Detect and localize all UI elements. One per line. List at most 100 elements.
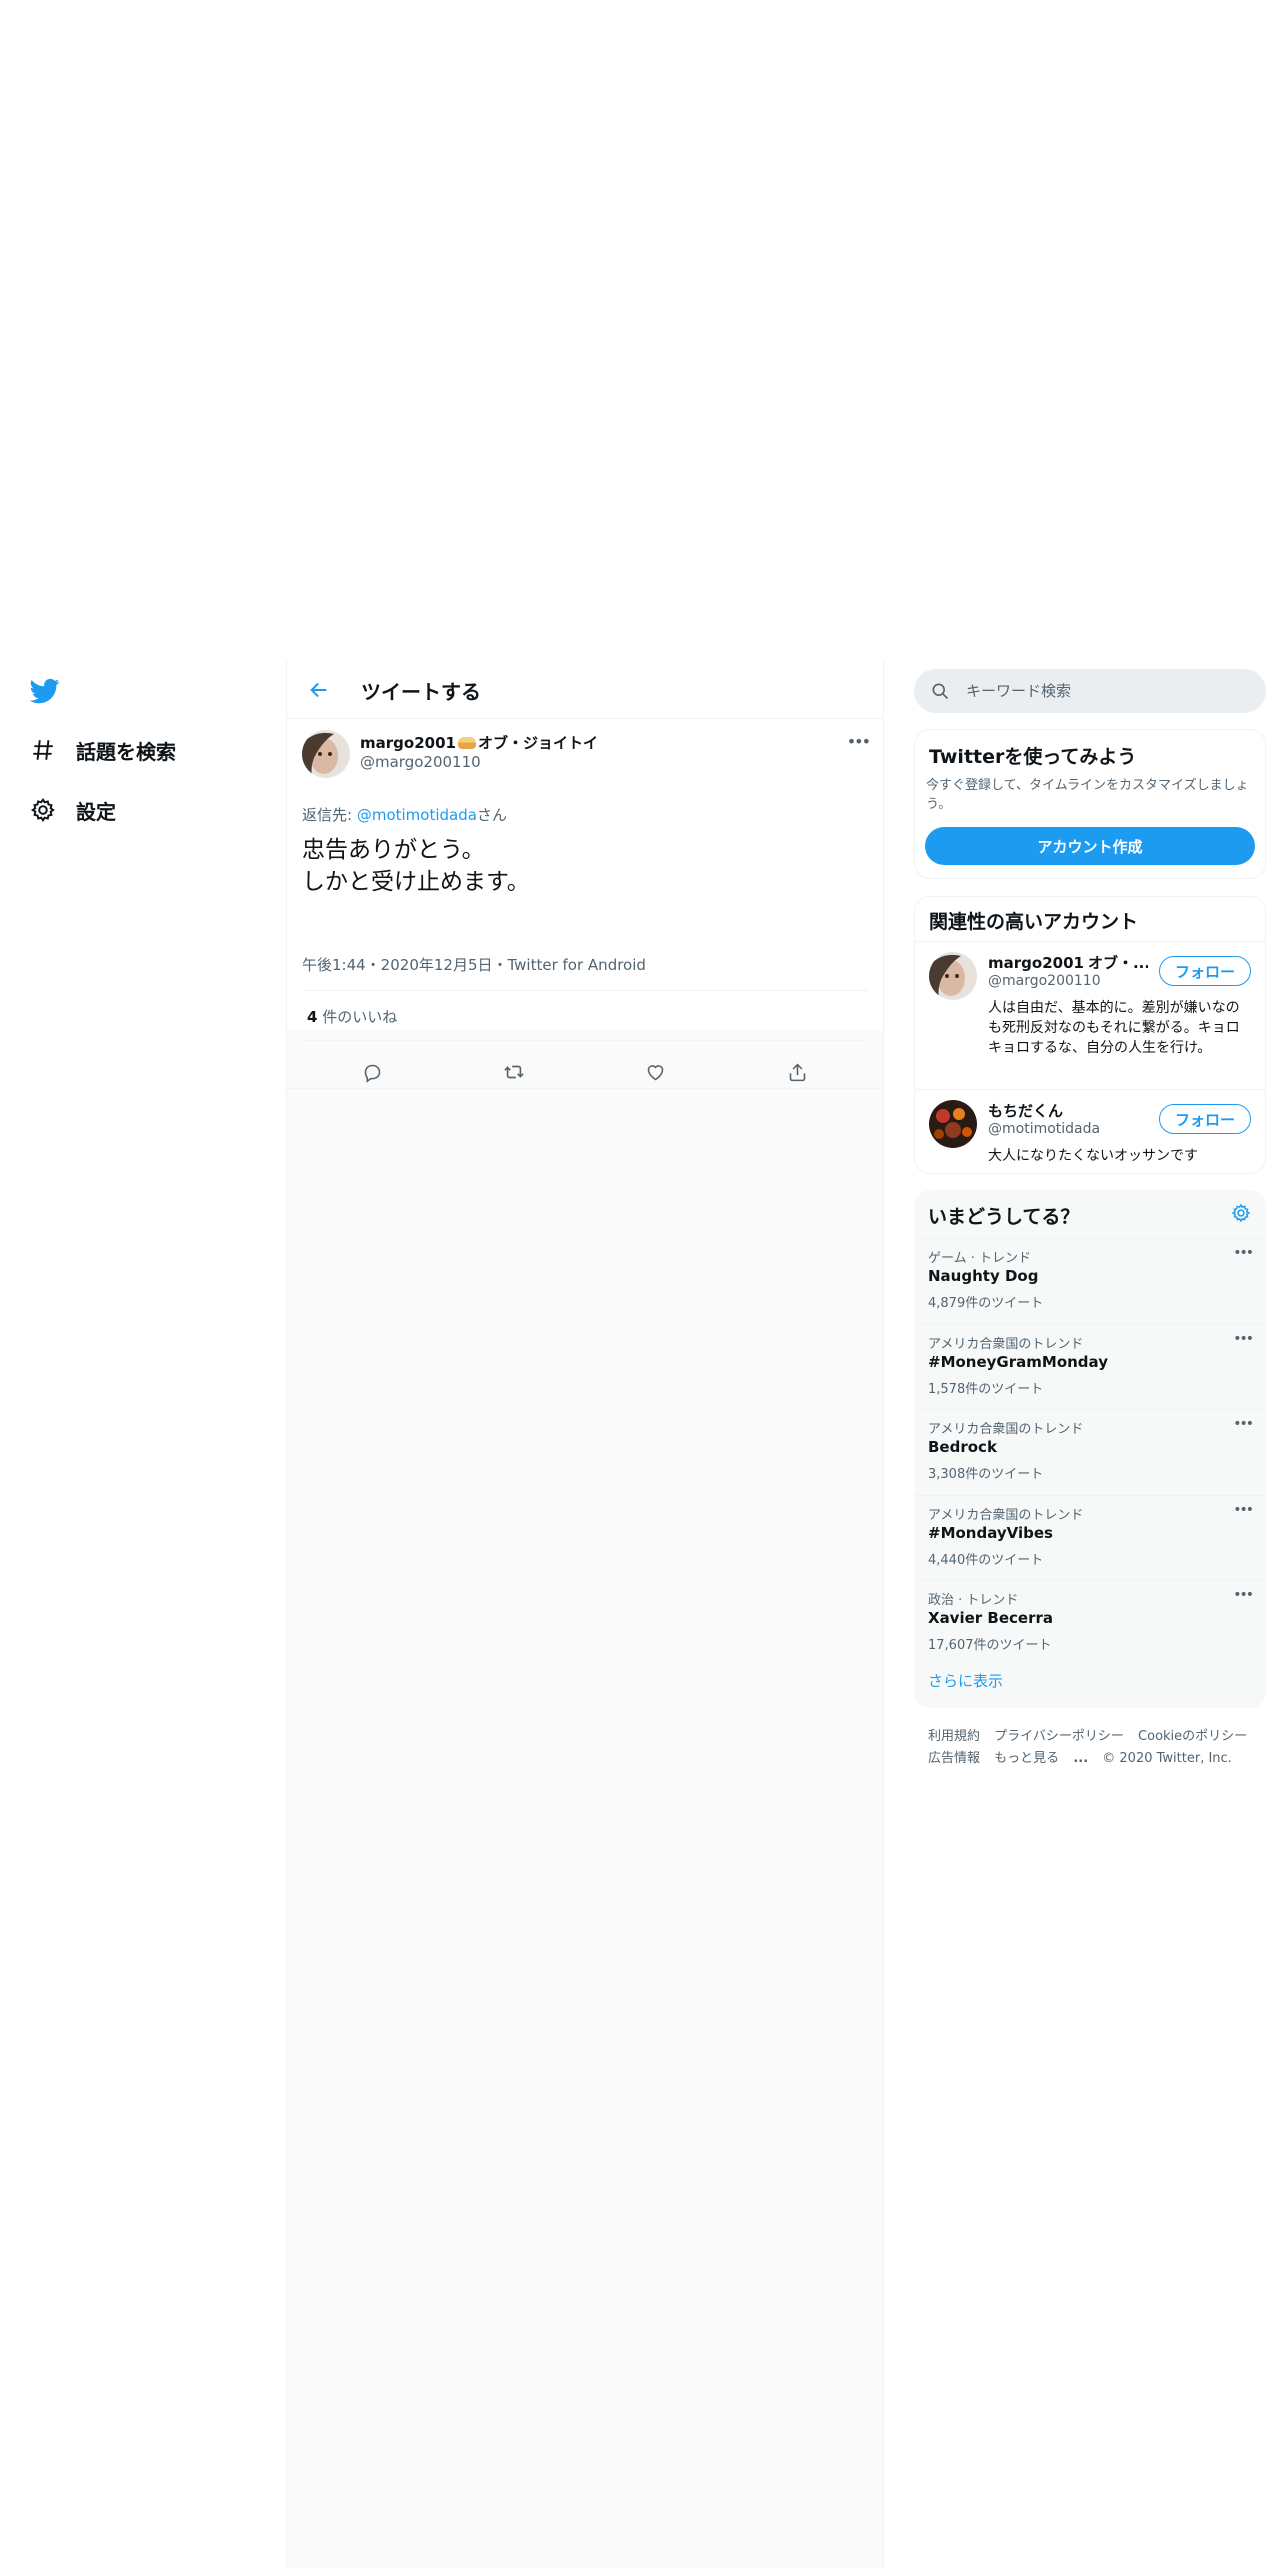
account-name-suffix: オブ・... <box>1087 954 1148 972</box>
account-item[interactable]: margo2001 オブ・... @margo200110 人は自由だ、基本的に… <box>915 941 1265 1089</box>
account-bio: 人は自由だ、基本的に。差別が嫌いなのも死刑反対なのもそれに繋がる。キョロキョロす… <box>988 1000 1240 1056</box>
pie-emoji-icon <box>457 736 476 749</box>
reply-to-link[interactable]: @motimotidada <box>357 806 477 824</box>
reply-prefix: 返信先: <box>302 806 357 824</box>
trend-item[interactable]: アメリカ合衆国のトレンド Bedrock 3,308件のツイート ••• <box>914 1409 1266 1494</box>
trend-name: Bedrock <box>928 1438 997 1456</box>
follow-button[interactable]: フォロー <box>1159 1104 1251 1134</box>
gear-icon <box>28 795 58 825</box>
trend-count: 17,607件のツイート <box>928 1638 1052 1653</box>
trends-title: いまどうしてる？ <box>928 1206 1080 1228</box>
signup-description: 今すぐ登録して、タイムラインをカスタマイズしましょう。 <box>926 778 1249 812</box>
more-options-icon[interactable]: ••• <box>1233 1331 1254 1347</box>
trend-count: 4,879件のツイート <box>928 1296 1044 1311</box>
trend-count: 1,578件のツイート <box>928 1382 1044 1397</box>
trend-context: アメリカ合衆国のトレンド <box>928 1422 1084 1437</box>
nav-explore[interactable]: 話題を検索 <box>28 730 176 770</box>
footer-link-ads[interactable]: 広告情報 <box>928 1751 980 1766</box>
signup-card: Twitterを使ってみよう 今すぐ登録して、タイムラインをカスタマイズしましょ… <box>914 729 1266 879</box>
share-button[interactable] <box>778 1053 816 1091</box>
account-item[interactable]: もちだくん @motimotidada 大人になりたくないオッサンです フォロー <box>915 1089 1265 1173</box>
reply-to: 返信先: @motimotidadaさん <box>302 804 507 825</box>
trends-settings-button[interactable] <box>1228 1200 1254 1226</box>
twitter-logo-icon[interactable] <box>28 676 62 706</box>
avatar[interactable] <box>929 1100 977 1148</box>
signup-title: Twitterを使ってみよう <box>929 746 1137 768</box>
search-input[interactable] <box>966 682 1246 700</box>
footer-link-privacy[interactable]: プライバシーポリシー <box>994 1729 1124 1744</box>
heart-icon <box>647 1064 664 1080</box>
account-bio: 大人になりたくないオッサンです <box>988 1148 1198 1164</box>
author-handle[interactable]: @margo200110 <box>360 753 481 771</box>
trend-item[interactable]: ゲーム · トレンド Naughty Dog 4,879件のツイート ••• <box>914 1238 1266 1323</box>
nav-settings-label: 設定 <box>76 799 116 824</box>
trend-context: アメリカ合衆国のトレンド <box>928 1508 1084 1523</box>
trend-item[interactable]: アメリカ合衆国のトレンド #MoneyGramMonday 1,578件のツイー… <box>914 1324 1266 1409</box>
trend-name: #MondayVibes <box>928 1524 1053 1542</box>
reply-button[interactable] <box>354 1053 392 1091</box>
retweet-button[interactable] <box>495 1053 533 1091</box>
share-icon <box>789 1063 806 1081</box>
footer-link-cookies[interactable]: Cookieのポリシー <box>1138 1729 1247 1744</box>
footer-link-more[interactable]: もっと見る ... <box>994 1751 1088 1766</box>
footer-more-label: もっと見る <box>994 1751 1060 1766</box>
back-button[interactable] <box>303 674 335 706</box>
search-icon <box>932 683 949 700</box>
nav-explore-label: 話題を検索 <box>76 739 176 764</box>
account-handle: @margo200110 <box>988 973 1101 989</box>
more-options-icon[interactable]: ••• <box>1233 1245 1254 1261</box>
follow-button[interactable]: フォロー <box>1159 956 1251 986</box>
reply-suffix: さん <box>476 806 507 824</box>
more-options-icon[interactable]: ••• <box>847 732 871 751</box>
more-options-icon[interactable]: ••• <box>1233 1416 1254 1432</box>
avatar[interactable] <box>929 952 977 1000</box>
divider <box>302 990 868 991</box>
author-name-suffix: オブ・ジョイトイ <box>477 734 598 752</box>
footer-link-terms[interactable]: 利用規約 <box>928 1729 980 1744</box>
divider <box>302 1040 868 1041</box>
show-more-link[interactable]: さらに表示 <box>928 1670 1003 1691</box>
trend-context: ゲーム · トレンド <box>928 1251 1032 1266</box>
more-options-icon[interactable]: ••• <box>1233 1502 1254 1518</box>
trend-item[interactable]: アメリカ合衆国のトレンド #MondayVibes 4,440件のツイート ••… <box>914 1495 1266 1580</box>
author-name-text: margo2001 <box>360 733 456 752</box>
related-title: 関連性の高いアカウント <box>929 911 1139 933</box>
account-name-text: margo2001 <box>988 953 1084 972</box>
trend-count: 4,440件のツイート <box>928 1553 1044 1568</box>
author-name[interactable]: margo2001 オブ・ジョイトイ <box>360 732 598 753</box>
more-options-icon[interactable]: ••• <box>1233 1587 1254 1603</box>
trends-card: いまどうしてる？ ゲーム · トレンド Naughty Dog 4,879件のツ… <box>914 1190 1266 1708</box>
trend-name: Xavier Becerra <box>928 1609 1053 1627</box>
trend-context: 政治 · トレンド <box>928 1593 1019 1608</box>
hashtag-icon <box>28 735 58 765</box>
account-handle: @motimotidada <box>988 1121 1101 1137</box>
create-account-button[interactable]: アカウント作成 <box>925 827 1255 865</box>
related-accounts-card: 関連性の高いアカウント margo2001 オブ・... @margo20011… <box>914 896 1266 1174</box>
retweet-icon <box>504 1065 525 1079</box>
account-name: margo2001 オブ・... <box>988 952 1148 973</box>
tweet-timestamp[interactable]: 午後1:44・2020年12月5日・Twitter for Android <box>302 954 646 975</box>
trend-context: アメリカ合衆国のトレンド <box>928 1337 1084 1352</box>
like-count[interactable]: 4 件のいいね <box>307 1006 397 1027</box>
gear-icon <box>1231 1203 1251 1223</box>
copyright: © 2020 Twitter, Inc. <box>1102 1751 1232 1766</box>
like-count-label: 件のいいね <box>317 1008 398 1026</box>
like-button[interactable] <box>637 1053 675 1091</box>
trend-count: 3,308件のツイート <box>928 1467 1044 1482</box>
avatar[interactable] <box>302 730 350 778</box>
search-box[interactable] <box>914 669 1266 713</box>
footer-more-dots: ... <box>1073 1751 1089 1766</box>
trend-name: Naughty Dog <box>928 1267 1039 1285</box>
account-name: もちだくん <box>988 1102 1064 1120</box>
header: ツイートする <box>287 660 883 719</box>
arrow-left-icon <box>310 682 327 698</box>
tweet-actions <box>302 1052 868 1092</box>
footer: 利用規約 プライバシーポリシー Cookieのポリシー 広告情報 もっと見る .… <box>928 1726 1258 1770</box>
trend-item[interactable]: 政治 · トレンド Xavier Becerra 17,607件のツイート ••… <box>914 1580 1266 1665</box>
trend-name: #MoneyGramMonday <box>928 1353 1108 1371</box>
tweet-text: 忠告ありがとう。 しかと受け止めます。 <box>302 837 530 895</box>
page-title: ツイートする <box>361 680 481 704</box>
main-column: ツイートする margo2001 オブ・ジョイトイ @margo200110 •… <box>286 660 884 2568</box>
nav-settings[interactable]: 設定 <box>28 790 116 830</box>
page: 話題を検索 設定 ツイートする margo2001 オブ・ジョイトイ @marg… <box>0 0 1284 2568</box>
